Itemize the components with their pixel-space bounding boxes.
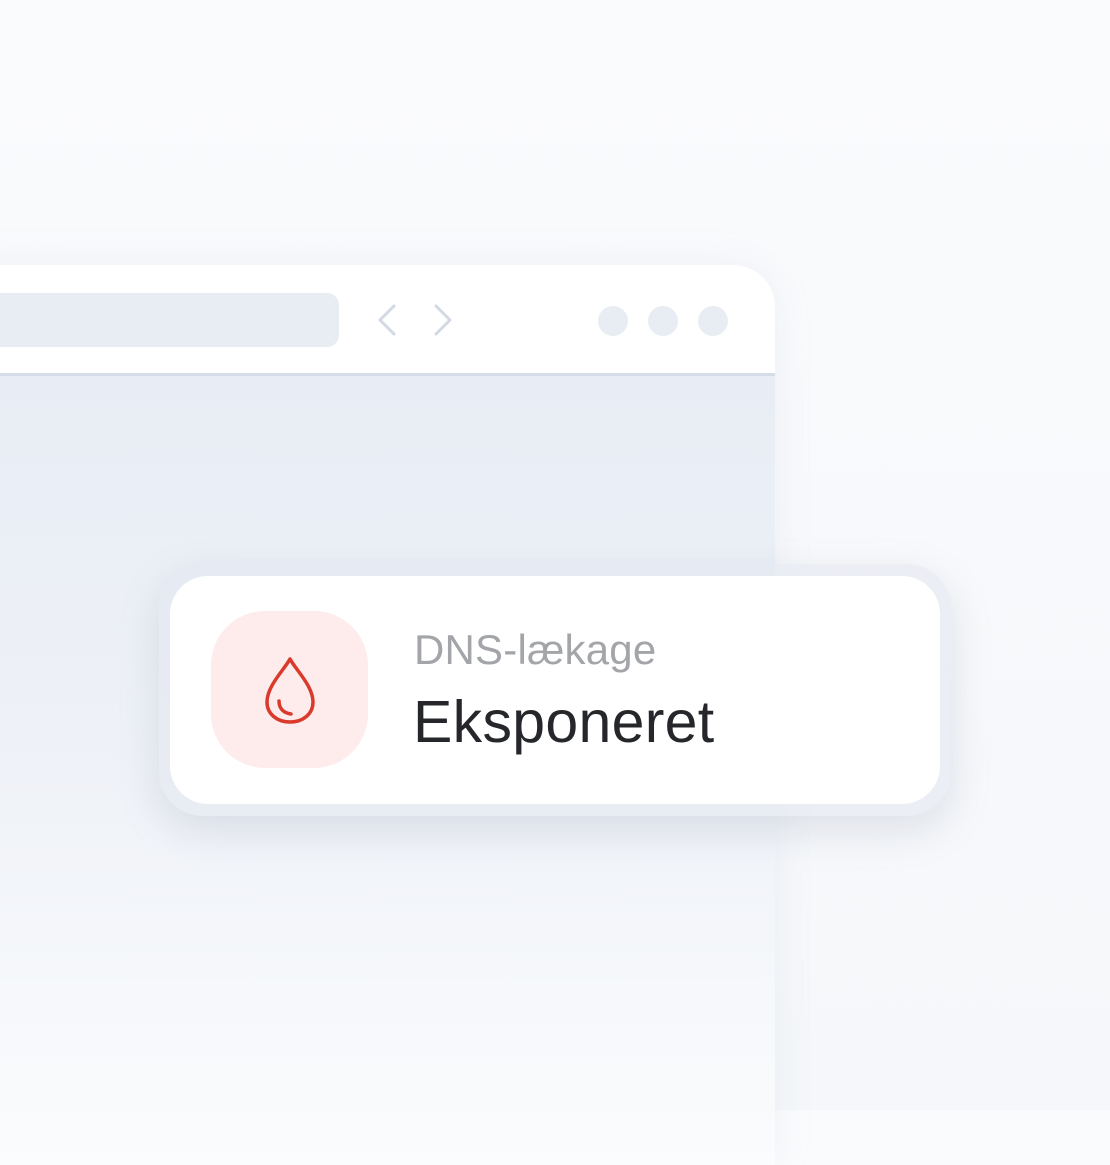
status-icon-tile xyxy=(211,611,368,768)
address-bar[interactable] xyxy=(0,293,339,347)
browser-toolbar xyxy=(0,265,775,373)
window-dot-icon[interactable] xyxy=(648,306,678,336)
status-label: DNS-lækage xyxy=(414,626,657,673)
window-dot-icon[interactable] xyxy=(598,306,628,336)
chevron-left-icon[interactable] xyxy=(372,301,402,339)
chevron-right-icon[interactable] xyxy=(428,301,458,339)
window-dot-icon[interactable] xyxy=(698,306,728,336)
droplet-icon xyxy=(264,656,315,724)
dns-leak-status-card: DNS-lækage Eksponeret xyxy=(170,576,940,804)
status-value: Eksponeret xyxy=(413,689,715,755)
